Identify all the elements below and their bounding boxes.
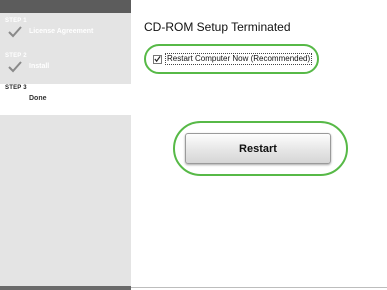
sidebar-top-bar bbox=[0, 0, 131, 13]
restart-now-checkbox-row[interactable]: Restart Computer Now (Recommended) bbox=[153, 53, 313, 65]
step-number: STEP 3 bbox=[5, 85, 27, 91]
divider bbox=[131, 287, 387, 288]
step-label: Done bbox=[29, 95, 47, 102]
check-icon bbox=[8, 26, 22, 38]
step-number: STEP 2 bbox=[5, 53, 27, 59]
check-icon bbox=[8, 61, 22, 73]
restart-now-label[interactable]: Restart Computer Now (Recommended) bbox=[165, 53, 313, 65]
step-label: License Agreement bbox=[29, 28, 94, 35]
sidebar-bottom-bar bbox=[0, 286, 131, 290]
step-1: STEP 1 License Agreement bbox=[0, 18, 131, 46]
page-title: CD-ROM Setup Terminated bbox=[144, 20, 291, 34]
step-number: STEP 1 bbox=[5, 18, 27, 24]
step-label: Install bbox=[29, 63, 50, 70]
steps-sidebar: STEP 1 License Agreement STEP 2 Install … bbox=[0, 0, 131, 290]
restart-button[interactable]: Restart bbox=[185, 133, 331, 164]
checkmark-icon bbox=[154, 56, 161, 63]
step-3-current: STEP 3 Done bbox=[0, 84, 131, 115]
step-2: STEP 2 Install bbox=[0, 53, 131, 81]
restart-now-checkbox[interactable] bbox=[153, 54, 162, 64]
